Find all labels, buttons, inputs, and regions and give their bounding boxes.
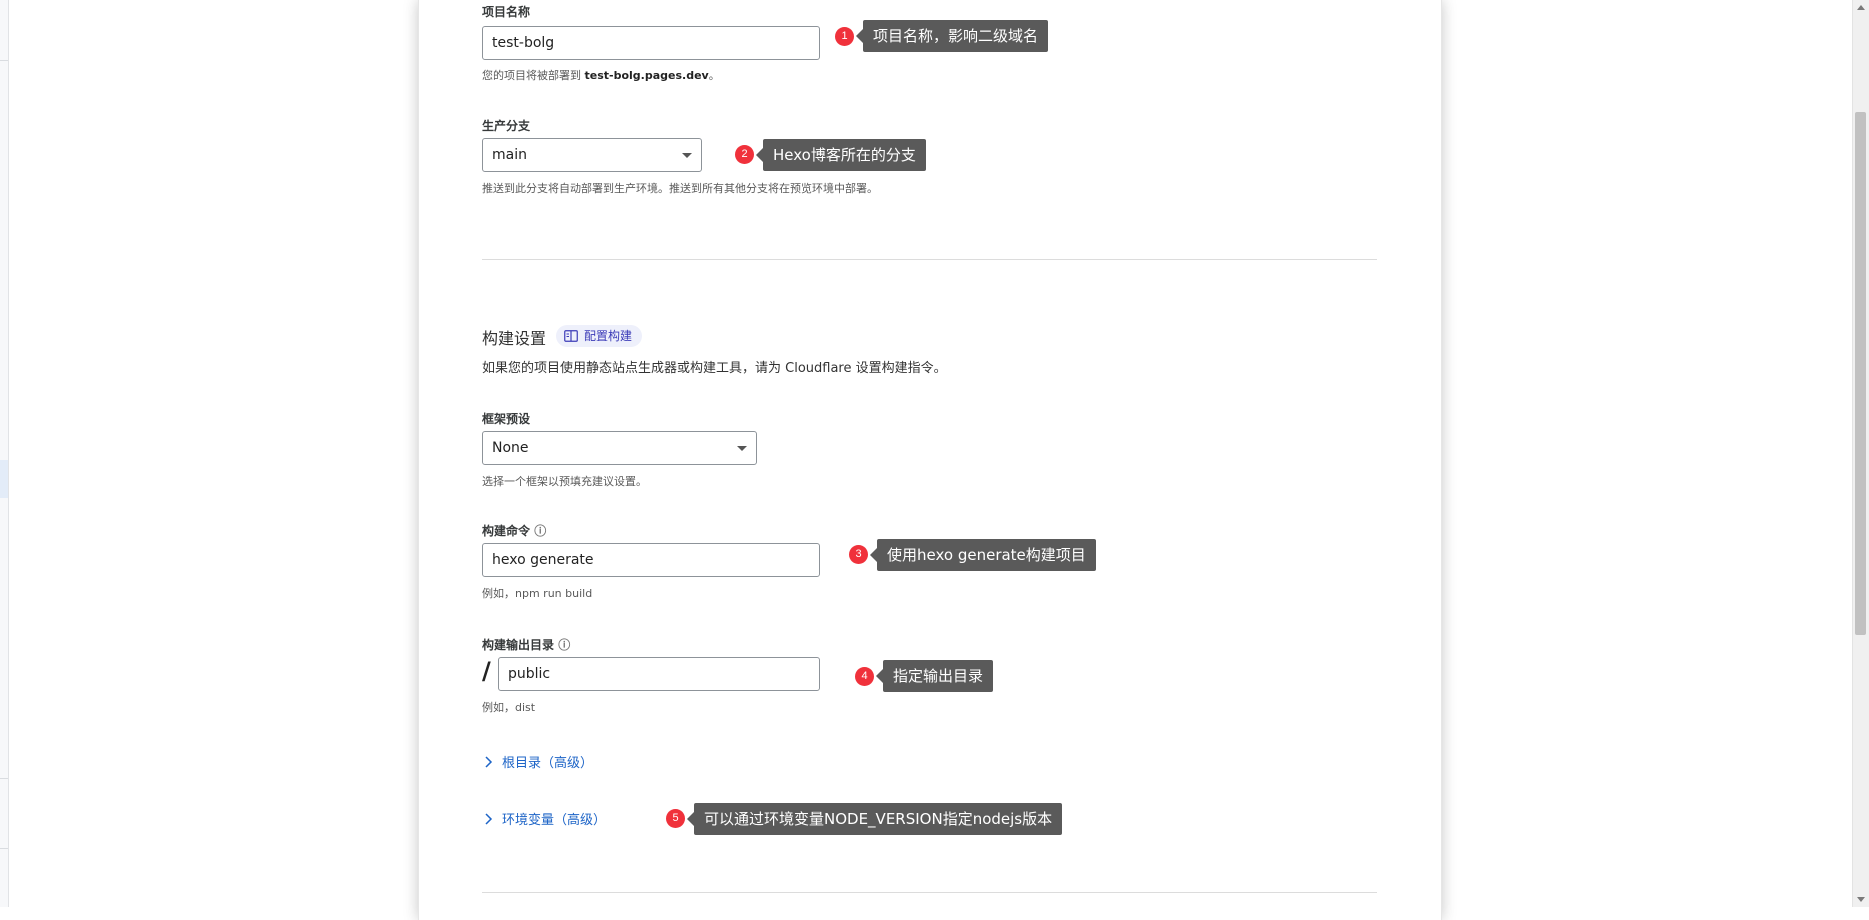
annotation-number-1: 1 [835,27,854,46]
production-branch-value: main [492,147,527,163]
project-name-label: 项目名称 [482,5,531,19]
framework-preset-help: 选择一个框架以预填充建议设置。 [482,475,647,488]
output-path-prefix: / [482,657,491,685]
configure-build-label: 配置构建 [584,329,633,343]
build-command-label: 构建命令 ⓘ [482,524,547,538]
annotation-number-4: 4 [855,667,874,686]
left-sidebar-edge [0,0,9,907]
chevron-right-icon [485,755,493,768]
info-icon[interactable]: ⓘ [534,524,546,538]
project-name-help: 您的项目将被部署到 test-bolg.pages.dev。 [482,69,720,82]
sidebar-selected-item[interactable] [0,460,8,498]
book-icon [564,330,578,342]
build-output-input[interactable]: public [498,657,820,691]
chevron-right-icon [485,812,493,825]
section-divider [482,259,1377,260]
scroll-down-icon[interactable] [1857,897,1865,902]
sidebar-divider [0,778,8,779]
build-output-help: 例如，dist [482,701,536,714]
build-settings-title: 构建设置 [482,329,547,348]
env-vars-label: 环境变量（高级） [502,813,607,828]
chevron-down-icon [737,446,747,451]
build-settings-description: 如果您的项目使用静态站点生成器或构建工具，请为 Cloudflare 设置构建指… [482,361,947,376]
production-branch-help: 推送到此分支将自动部署到生产环境。推送到所有其他分支将在预览环境中部署。 [482,182,878,195]
framework-preset-label: 框架预设 [482,412,531,426]
annotation-tooltip-3: 使用hexo generate构建项目 [870,539,1096,571]
sidebar-divider [0,60,8,61]
annotation-tooltip-2: Hexo博客所在的分支 [756,139,926,171]
build-command-help: 例如，npm run build [482,587,593,600]
sidebar-divider [0,848,8,849]
framework-preset-select[interactable]: None [482,431,757,465]
annotation-tooltip-1: 项目名称，影响二级域名 [855,20,1049,52]
env-vars-toggle[interactable]: 环境变量（高级） [482,809,606,828]
production-branch-select[interactable]: main [482,138,702,172]
root-directory-label: 根目录（高级） [502,756,594,771]
scrollbar-thumb[interactable] [1855,112,1866,635]
annotation-tooltip-5: 可以通过环境变量NODE_VERSION指定nodejs版本 [686,803,1063,835]
chevron-down-icon [682,153,692,158]
annotation-tooltip-4: 指定输出目录 [875,660,994,692]
framework-preset-value: None [492,440,529,456]
configure-build-badge[interactable]: 配置构建 [556,325,643,347]
project-name-input[interactable]: test-bolg [482,26,820,60]
section-divider [482,892,1377,893]
deploy-domain: test-bolg.pages.dev [584,69,709,82]
annotation-number-5: 5 [666,809,685,828]
annotation-number-3: 3 [849,545,868,564]
scroll-up-icon[interactable] [1857,5,1865,10]
production-branch-label: 生产分支 [482,119,531,133]
build-command-input[interactable]: hexo generate [482,543,820,577]
root-directory-toggle[interactable]: 根目录（高级） [482,752,593,771]
info-icon[interactable]: ⓘ [558,638,570,652]
build-output-label: 构建输出目录 ⓘ [482,638,571,652]
annotation-number-2: 2 [735,145,754,164]
